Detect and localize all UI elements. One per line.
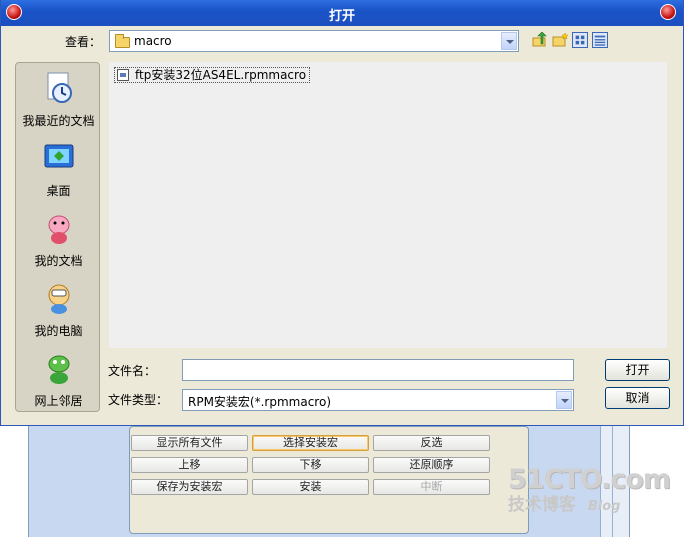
list-view-icon[interactable] xyxy=(572,32,588,48)
filetype-combo[interactable]: RPM安装宏(*.rpmmacro) xyxy=(182,389,574,411)
watermark-blog: Blog xyxy=(587,499,621,514)
folder-icon xyxy=(115,34,130,48)
dialog-titlebar[interactable]: 打开 xyxy=(1,0,683,26)
watermark-sub: 技术博客 Blog xyxy=(508,495,670,517)
new-folder-icon[interactable] xyxy=(552,32,568,48)
place-label: 我的电脑 xyxy=(34,324,83,338)
select-install-macro-button[interactable]: 选择安装宏 xyxy=(252,435,369,451)
show-all-files-button[interactable]: 显示所有文件 xyxy=(131,435,248,451)
chevron-down-icon[interactable] xyxy=(501,32,517,50)
filename-label: 文件名： xyxy=(108,364,157,378)
my-documents-icon xyxy=(48,215,69,244)
file-item[interactable]: ftp安装32位AS4EL.rpmmacro xyxy=(114,67,311,83)
network-places-icon xyxy=(48,355,69,384)
place-label: 我的文档 xyxy=(34,254,83,268)
cancel-button[interactable]: 取消 xyxy=(605,387,670,409)
install-button[interactable]: 安装 xyxy=(252,479,369,495)
watermark-main: 51CTO.com xyxy=(507,464,671,495)
file-list[interactable]: ftp安装32位AS4EL.rpmmacro xyxy=(109,62,667,348)
look-in-combo[interactable]: macro xyxy=(109,30,519,52)
file-name: ftp安装32位AS4EL.rpmmacro xyxy=(135,68,307,82)
rpmmacro-file-icon xyxy=(117,69,129,81)
abort-button: 中断 xyxy=(373,479,490,495)
invert-selection-button[interactable]: 反选 xyxy=(373,435,490,451)
watermark-sub-text: 技术博客 xyxy=(507,495,576,515)
open-file-dialog: 打开 查看： macro 我最近的文档 桌面 我的文档 我的电脑 网上邻居 ft… xyxy=(0,0,684,426)
dialog-title: 打开 xyxy=(328,9,355,24)
look-in-value: macro xyxy=(134,34,172,48)
move-up-button[interactable]: 上移 xyxy=(131,457,248,473)
place-label: 网上邻居 xyxy=(34,394,83,408)
place-my-documents[interactable]: 我的文档 xyxy=(16,211,101,269)
place-label: 桌面 xyxy=(46,184,71,198)
desktop-icon xyxy=(44,144,73,168)
place-network-places[interactable]: 网上邻居 xyxy=(16,351,101,409)
move-down-button[interactable]: 下移 xyxy=(252,457,369,473)
chevron-down-icon[interactable] xyxy=(556,391,572,409)
up-folder-icon[interactable] xyxy=(532,32,548,48)
recent-documents-icon xyxy=(47,72,72,103)
restore-order-button[interactable]: 还原顺序 xyxy=(373,457,490,473)
save-as-macro-button[interactable]: 保存为安装宏 xyxy=(131,479,248,495)
open-button[interactable]: 打开 xyxy=(605,359,670,381)
details-view-icon[interactable] xyxy=(592,32,608,48)
place-my-computer[interactable]: 我的电脑 xyxy=(16,281,101,339)
background-button-panel: 显示所有文件 选择安装宏 反选 上移 下移 还原顺序 保存为安装宏 安装 中断 xyxy=(129,426,529,534)
watermark: 51CTO.com 技术博客 Blog xyxy=(507,464,671,517)
my-computer-icon xyxy=(48,284,69,314)
filename-input[interactable] xyxy=(182,359,574,381)
filetype-value: RPM安装宏(*.rpmmacro) xyxy=(188,395,331,409)
filetype-label: 文件类型： xyxy=(108,393,169,407)
place-desktop[interactable]: 桌面 xyxy=(16,141,101,199)
look-in-label: 查看： xyxy=(65,35,102,49)
close-icon[interactable] xyxy=(660,4,676,20)
places-bar: 我最近的文档 桌面 我的文档 我的电脑 网上邻居 xyxy=(15,62,100,412)
place-recent-documents[interactable]: 我最近的文档 xyxy=(16,71,101,129)
place-label: 我最近的文档 xyxy=(22,114,95,128)
